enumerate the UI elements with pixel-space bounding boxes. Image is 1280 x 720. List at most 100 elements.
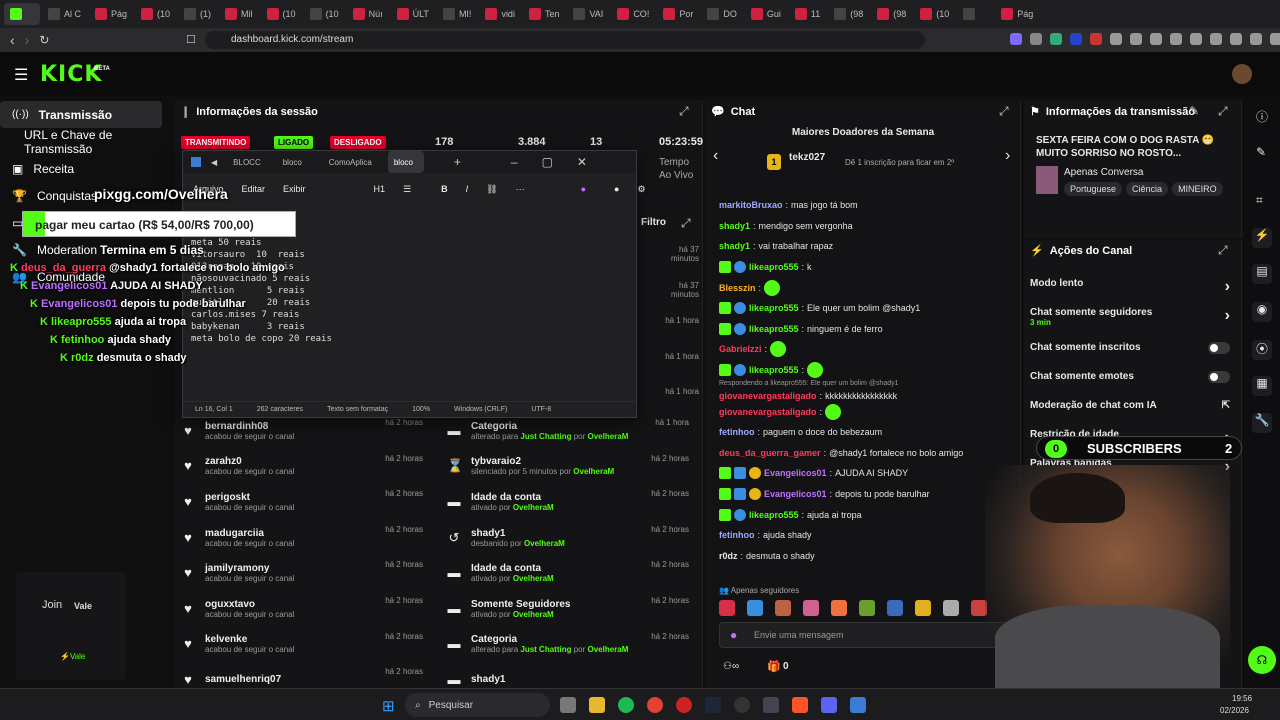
chat-message[interactable]: giovanevargastaligado: kkkkkkkkkkkkkkkk — [719, 391, 1015, 401]
menu-icon[interactable]: ☰ — [14, 65, 28, 85]
windows-start-icon[interactable]: ⊞ — [382, 697, 395, 715]
discord-icon[interactable] — [821, 697, 837, 713]
chat-message[interactable]: Blesszin: — [719, 277, 1015, 298]
browser-tab[interactable]: (10 — [914, 3, 955, 25]
chevron-right-icon[interactable]: › — [1005, 147, 1010, 165]
url-field[interactable]: dashboard.kick.com/stream — [205, 31, 925, 49]
chrome-icon[interactable] — [647, 697, 663, 713]
filter-button[interactable]: Filtro — [641, 217, 666, 228]
expand-icon[interactable]: ⤢ — [999, 104, 1009, 119]
chat-message[interactable]: giovanevargastaligado: — [719, 401, 1015, 422]
camera-icon[interactable]: ⌗ — [1256, 193, 1263, 208]
notepad-tab[interactable]: BLOCC — [227, 151, 267, 173]
table-row[interactable]: ▬ Idade da conta ativado por OvelheraM há 2… — [447, 484, 699, 520]
chevron-right-icon[interactable]: › — [1225, 278, 1230, 296]
external-link-icon[interactable]: ⇱ — [1222, 400, 1230, 411]
gift-icon[interactable]: 🎁 — [767, 660, 781, 673]
table-row[interactable]: ♥ kelvenke acabou de seguir o canal há 2 ho… — [181, 627, 433, 663]
chat-username[interactable]: Blesszin — [719, 282, 756, 294]
chat-icon[interactable]: ◉ — [1252, 302, 1272, 322]
points-icon[interactable]: ⚇∞ — [723, 661, 739, 672]
opera-icon[interactable] — [676, 697, 692, 713]
folder-icon[interactable] — [589, 697, 605, 713]
chat-username[interactable]: markitoBruxao — [719, 199, 783, 211]
notepad-tab-active[interactable]: bloco — [387, 151, 424, 173]
chat-username[interactable]: shady1 — [719, 240, 750, 252]
chat-message[interactable]: fetinhoo: paguem o doce do bebezaum — [719, 422, 1015, 443]
app-icon[interactable] — [560, 697, 576, 713]
toggle-switch[interactable] — [1208, 371, 1230, 383]
browser-tab[interactable] — [4, 3, 40, 25]
category-name[interactable]: Apenas Conversa — [1064, 167, 1144, 178]
spotify-icon[interactable] — [618, 697, 634, 713]
browser-tab[interactable]: DO — [701, 3, 743, 25]
table-row[interactable]: ♥ madugarciia acabou de seguir o canal há 2… — [181, 520, 433, 556]
chat-username[interactable]: likeapro555 — [749, 509, 799, 521]
chat-username[interactable]: likeapro555 — [749, 364, 799, 376]
account-icon[interactable]: ● — [614, 184, 619, 194]
browser-tab[interactable]: vidi — [479, 3, 521, 25]
table-row[interactable]: ♥ bernardinh08 acabou de seguir o canal há … — [181, 413, 433, 449]
sidebar-item-receita[interactable]: ▣ Receita — [0, 155, 170, 182]
chevron-right-icon[interactable]: › — [1225, 307, 1230, 325]
info-icon[interactable]: ⓘ — [1256, 108, 1268, 125]
maximize-icon[interactable]: ▢ — [542, 155, 553, 169]
browser-tab[interactable] — [957, 3, 993, 25]
link-icon[interactable]: ⛓ — [486, 184, 497, 195]
chat-message[interactable]: shady1: vai trabalhar rapaz — [719, 236, 1015, 257]
browser-tab[interactable]: CO! — [611, 3, 655, 25]
doc-icon[interactable]: ▤ — [1252, 264, 1272, 284]
reload-icon[interactable]: ↻ — [39, 33, 49, 47]
browser-tab[interactable]: Núı — [347, 3, 389, 25]
chat-username[interactable]: fetinhoo — [719, 529, 755, 541]
chat-message[interactable]: likeapro555: k — [719, 257, 1015, 278]
browser-tab[interactable]: (10 — [261, 3, 302, 25]
chat-message[interactable]: fetinhoo: ajuda shady — [719, 525, 1015, 546]
expand-icon[interactable]: ⤢ — [681, 216, 691, 231]
table-row[interactable]: ♥ zarahz0 acabou de seguir o canal há 2 hor… — [181, 449, 433, 485]
more-icon[interactable]: ··· — [516, 184, 525, 194]
bold-icon[interactable]: B — [441, 184, 448, 194]
chat-username[interactable]: r0dz — [719, 550, 738, 562]
browser-tab[interactable]: ÚLT — [391, 3, 435, 25]
chat-username[interactable]: giovanevargastaligado — [719, 390, 817, 402]
avatar[interactable] — [1232, 64, 1252, 84]
expand-icon[interactable]: ⤢ — [1218, 104, 1228, 119]
browser-tab[interactable]: 11 — [789, 3, 826, 25]
forward-icon[interactable]: › — [25, 32, 30, 48]
chat-message[interactable]: likeapro555: — [719, 360, 1015, 381]
browser-tab[interactable]: (10 — [304, 3, 345, 25]
edit-icon[interactable]: ✎ — [1189, 104, 1199, 118]
italic-icon[interactable]: I — [466, 184, 469, 194]
chat-message[interactable]: Gabrielzzi: — [719, 339, 1015, 360]
channel-action-item[interactable]: Modo lento › — [1030, 274, 1230, 303]
table-row[interactable]: ▬ Idade da conta ativado por OvelheraM há 2… — [447, 555, 699, 591]
chevron-left-icon[interactable]: ‹ — [713, 147, 718, 165]
table-row[interactable]: ♥ perigoskt acabou de seguir o canal há 2 h… — [181, 484, 433, 520]
browser-tab[interactable]: Pág — [89, 3, 133, 25]
channel-action-item[interactable]: Chat somente emotes — [1030, 367, 1230, 396]
toggle-switch[interactable] — [1208, 342, 1230, 354]
chat-message[interactable]: deus_da_guerra_gamer: @shady1 fortalece n… — [719, 443, 1015, 464]
chat-message[interactable]: markitoBruxao: mas jogo tá bom — [719, 195, 1015, 216]
browser-tab[interactable]: (1) — [178, 3, 217, 25]
broadcast-icon[interactable]: ⦿ — [1252, 340, 1272, 360]
heading-select[interactable]: H1 — [374, 184, 386, 194]
browser-tab[interactable]: Por — [657, 3, 699, 25]
back-icon[interactable]: ‹ — [10, 32, 15, 48]
expand-icon[interactable]: ⤢ — [679, 104, 689, 119]
close-icon[interactable]: ✕ — [577, 155, 587, 169]
browser-tab[interactable]: VAI — [567, 3, 609, 25]
obs-icon[interactable] — [734, 697, 750, 713]
chat-username[interactable]: Evangelicos01 — [764, 467, 827, 479]
browser-tab[interactable]: Mil — [219, 3, 259, 25]
table-row[interactable]: ♥ jamilyramony acabou de seguir o canal há … — [181, 555, 433, 591]
channel-action-item[interactable]: Chat somente seguidores 3 min › — [1030, 303, 1230, 338]
sidebar-item-url[interactable]: URL e Chave de Transmissão — [0, 128, 170, 156]
table-row[interactable]: ▬ Somente Seguidores ativado por OvelheraM… — [447, 591, 699, 627]
settings-icon[interactable]: ⚙ — [637, 184, 645, 195]
table-row[interactable]: ▬ Categoria alterado para Just Chatting po… — [447, 413, 699, 449]
notepad-tab[interactable]: ComoAplica — [323, 151, 378, 173]
chat-username[interactable]: deus_da_guerra_gamer — [719, 447, 821, 459]
chat-username[interactable]: likeapro555 — [749, 302, 799, 314]
